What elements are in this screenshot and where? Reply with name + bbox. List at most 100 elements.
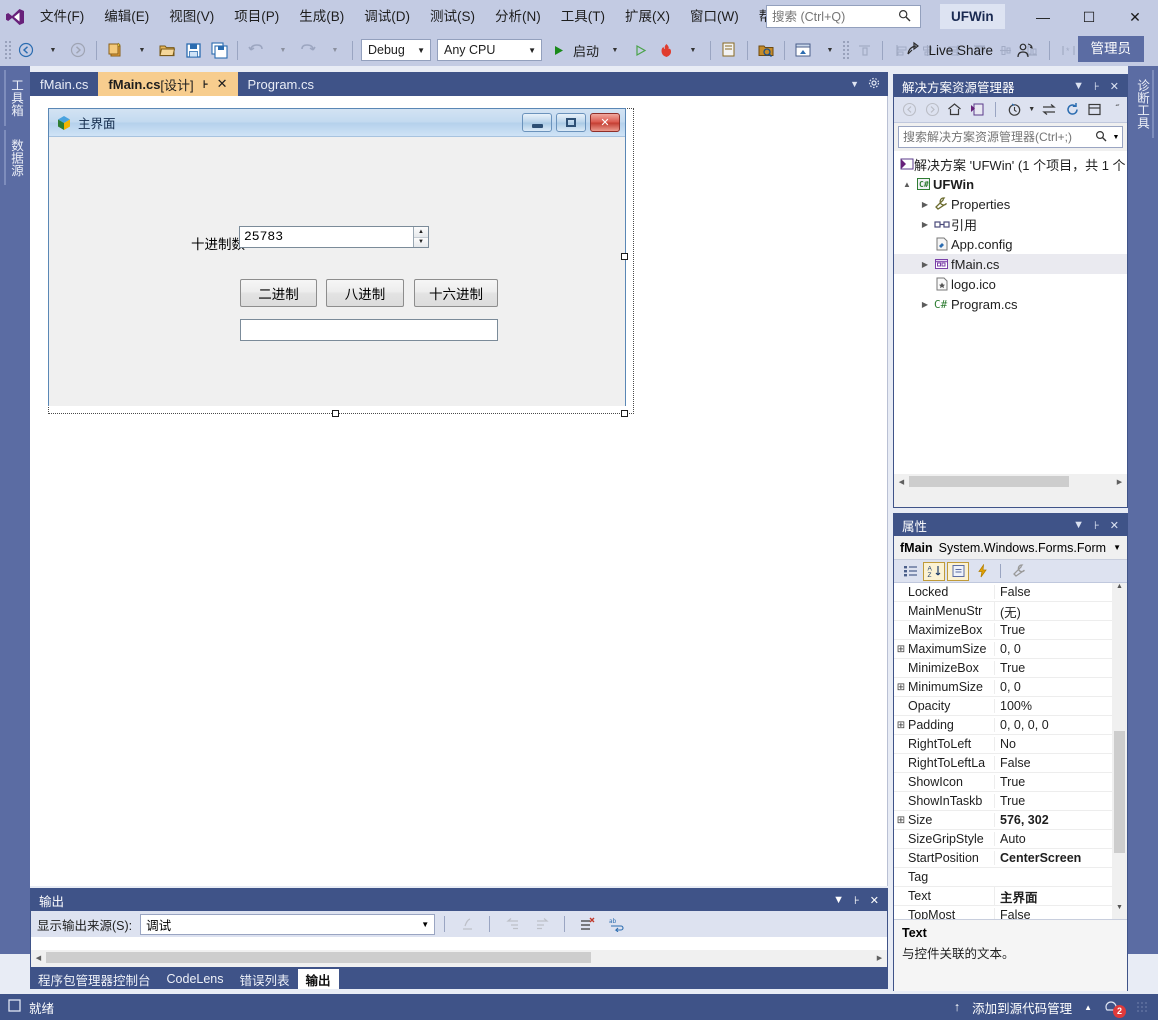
source-control-up-arrow-icon[interactable]: ↑ (954, 1000, 960, 1014)
bottom-tab-output[interactable]: 输出 (297, 969, 339, 989)
property-value[interactable]: False (994, 908, 1127, 919)
expander-arrow-icon[interactable]: ▶ (918, 260, 932, 269)
tree-node-properties[interactable]: ▶ Properties (894, 194, 1127, 214)
resize-handle-bottom-right[interactable] (621, 410, 628, 417)
designer-dropdown-icon[interactable]: ▼ (817, 38, 841, 62)
output-find-message-icon[interactable] (455, 912, 479, 936)
designer-window-icon[interactable] (791, 38, 815, 62)
start-debug-label[interactable]: 启动 (571, 41, 601, 60)
se-forward-icon[interactable] (923, 100, 943, 120)
menu-window[interactable]: 窗口(W) (680, 0, 749, 34)
tree-node-project-ufwin[interactable]: ▲ C# UFWin (894, 174, 1127, 194)
property-value[interactable]: False (994, 585, 1127, 599)
output-source-combo[interactable]: 调试 ▼ (140, 913, 436, 935)
spinner-up-button[interactable]: ▲ (414, 227, 428, 237)
dock-tab-toolbox[interactable]: 工具箱 (4, 70, 26, 126)
property-row-showintaskbar[interactable]: ShowInTaskb True (894, 792, 1127, 811)
winform-maximize-button[interactable] (556, 113, 586, 132)
expand-plus-icon[interactable]: ⊞ (894, 815, 908, 826)
winform-close-button[interactable]: ✕ (590, 113, 620, 132)
menu-edit[interactable]: 编辑(E) (94, 0, 159, 34)
tab-list-chevron-icon[interactable]: ▼ (850, 79, 859, 89)
property-value[interactable]: 100% (994, 699, 1127, 713)
panel-menu-chevron-icon[interactable]: ▼ (833, 894, 844, 907)
scroll-down-arrow-icon[interactable]: ▼ (1112, 904, 1127, 919)
solution-tree-hscrollbar[interactable]: ◀ ▶ (894, 474, 1127, 489)
scroll-thumb[interactable] (909, 476, 1069, 487)
menu-file[interactable]: 文件(F) (30, 0, 94, 34)
navigate-backward-icon[interactable] (14, 38, 38, 62)
solution-search-input[interactable] (899, 129, 1092, 145)
menu-debug[interactable]: 调试(D) (354, 0, 420, 34)
new-project-dropdown-icon[interactable]: ▼ (129, 38, 153, 62)
resize-handle-middle-right[interactable] (621, 253, 628, 260)
se-collapse-all-icon[interactable] (1085, 100, 1105, 120)
redo-icon[interactable] (296, 38, 320, 62)
decimal-number-spinbox[interactable]: 25783 ▲ ▼ (239, 226, 429, 248)
properties-page-icon[interactable] (947, 561, 969, 581)
property-row-tag[interactable]: Tag (894, 868, 1127, 887)
property-value[interactable]: True (994, 775, 1127, 789)
scroll-left-arrow-icon[interactable]: ◀ (894, 478, 909, 486)
expander-arrow-icon[interactable]: ▶ (918, 200, 932, 209)
window-close-button[interactable]: ✕ (1112, 0, 1158, 34)
resize-handle-bottom-center[interactable] (332, 410, 339, 417)
property-row-topmost[interactable]: TopMost False (894, 906, 1127, 919)
panel-menu-chevron-icon[interactable]: ▼ (1073, 80, 1084, 92)
winform-client-area[interactable]: 十进制数 25783 ▲ ▼ 二进制 八进制 十六进制 (49, 137, 625, 406)
properties-object-selector[interactable]: fMain System.Windows.Forms.Form ▼ (894, 536, 1127, 560)
expander-arrow-icon[interactable]: ▶ (918, 220, 932, 229)
menu-tools[interactable]: 工具(T) (551, 0, 615, 34)
property-value[interactable]: True (994, 794, 1127, 808)
scroll-right-arrow-icon[interactable]: ▶ (872, 954, 887, 962)
solution-explorer-search-icon[interactable] (754, 38, 778, 62)
window-maximize-button[interactable]: ☐ (1066, 0, 1112, 34)
property-value[interactable]: 0, 0, 0, 0 (994, 718, 1127, 732)
scroll-left-arrow-icon[interactable]: ◀ (31, 954, 46, 962)
se-sync-with-active-icon[interactable] (1040, 100, 1060, 120)
se-pending-changes-icon[interactable] (1004, 100, 1024, 120)
tree-node-program-cs[interactable]: ▶ C# Program.cs (894, 294, 1127, 314)
property-row-locked[interactable]: Locked False (894, 583, 1127, 602)
dock-tab-datasources[interactable]: 数据源 (4, 129, 26, 185)
properties-grid[interactable]: Locked False MainMenuStr (无) MaximizeBox… (894, 583, 1127, 919)
se-back-icon[interactable] (900, 100, 920, 120)
property-row-righttoleftlayout[interactable]: RightToLeftLa False (894, 754, 1127, 773)
start-debug-play-icon[interactable] (546, 38, 570, 62)
properties-window-icon[interactable] (717, 38, 741, 62)
bottom-tab-error-list[interactable]: 错误列表 (232, 969, 298, 989)
navigate-forward-icon[interactable] (66, 38, 90, 62)
panel-close-icon[interactable]: ✕ (1110, 80, 1119, 93)
source-control-chevron-icon[interactable]: ▲ (1084, 1003, 1092, 1012)
bottom-tab-codelens[interactable]: CodeLens (159, 969, 232, 989)
tab-fmain-cs-design[interactable]: fMain.cs [设计] ⊦ ✕ (98, 72, 238, 96)
notifications-button[interactable]: 2 (1104, 998, 1126, 1018)
property-value[interactable]: 576, 302 (994, 813, 1127, 827)
tab-fmain-cs[interactable]: fMain.cs (30, 72, 99, 96)
winform-preview[interactable]: 主界面 ✕ 十进制数 25783 ▲ ▼ 二进制 八进制 十六进制 (48, 108, 626, 406)
global-search[interactable] (766, 5, 921, 28)
property-value[interactable]: No (994, 737, 1127, 751)
property-row-padding[interactable]: ⊞ Padding 0, 0, 0, 0 (894, 716, 1127, 735)
hexadecimal-button[interactable]: 十六进制 (414, 279, 498, 307)
expand-plus-icon[interactable]: ⊞ (894, 682, 908, 693)
property-row-showicon[interactable]: ShowIcon True (894, 773, 1127, 792)
property-row-righttoleft[interactable]: RightToLeft No (894, 735, 1127, 754)
account-person-icon[interactable] (1012, 38, 1038, 62)
property-row-maximizebox[interactable]: MaximizeBox True (894, 621, 1127, 640)
spinner-down-button[interactable]: ▼ (414, 236, 428, 247)
property-row-text[interactable]: Text 主界面 (894, 886, 1127, 906)
expand-plus-icon[interactable]: ⊞ (894, 644, 908, 655)
undo-icon[interactable] (244, 38, 268, 62)
scroll-thumb[interactable] (1114, 731, 1125, 853)
search-input[interactable] (767, 6, 892, 27)
tree-node-solution[interactable]: 解决方案 'UFWin' (1 个项目，共 1 个 (894, 154, 1127, 174)
categorized-view-icon[interactable] (899, 562, 921, 581)
output-toggle-word-wrap-icon[interactable]: ab (605, 912, 629, 936)
expand-plus-icon[interactable]: ⊞ (894, 720, 908, 731)
menu-project[interactable]: 项目(P) (224, 0, 289, 34)
solution-explorer-search[interactable]: ▼ (898, 126, 1123, 148)
scroll-right-arrow-icon[interactable]: ▶ (1112, 478, 1127, 486)
property-value[interactable]: 0, 0 (994, 642, 1127, 656)
property-value[interactable]: (无) (994, 601, 1127, 621)
